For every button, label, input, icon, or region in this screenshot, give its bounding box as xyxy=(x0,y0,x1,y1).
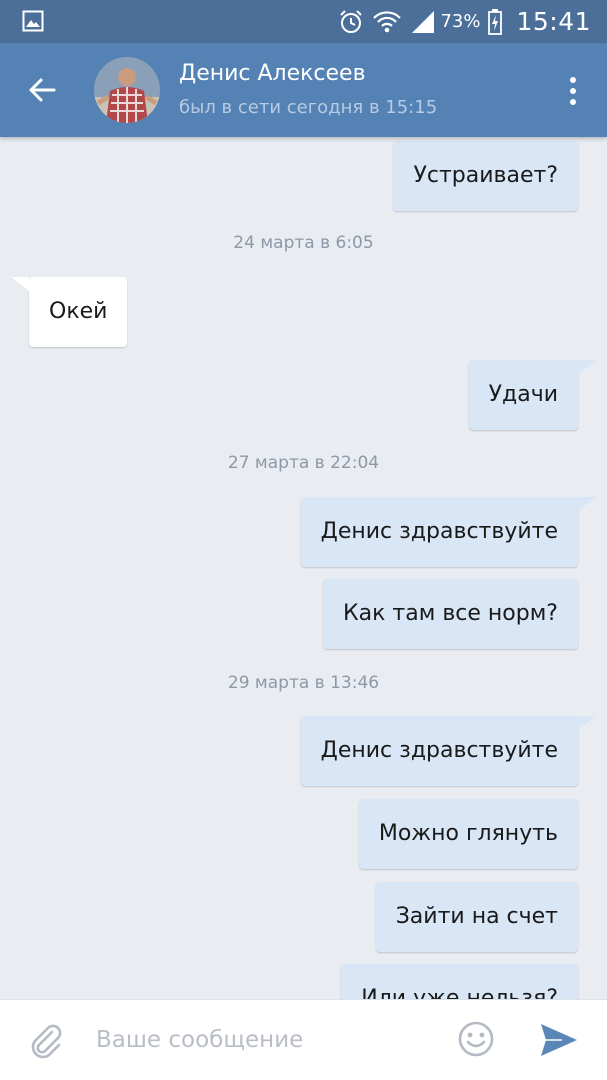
more-options-button[interactable] xyxy=(561,71,585,111)
status-bar: 73% 15:41 xyxy=(0,0,607,43)
more-vertical-icon xyxy=(570,77,576,83)
battery-percent: 73% xyxy=(440,11,481,32)
date-separator: 29 марта в 13:46 xyxy=(227,673,380,693)
back-arrow-icon xyxy=(29,78,56,102)
message-outgoing[interactable]: Можно глянуть xyxy=(358,799,578,869)
avatar-photo xyxy=(94,57,160,123)
date-separator: 27 марта в 22:04 xyxy=(227,453,380,473)
battery-icon xyxy=(488,8,503,35)
paperclip-icon[interactable] xyxy=(26,1020,66,1060)
message-outgoing[interactable]: Устраивает? xyxy=(393,141,578,211)
wifi-icon xyxy=(373,10,402,32)
alarm-icon xyxy=(340,9,363,33)
date-separator: 24 марта в 6:05 xyxy=(233,233,374,253)
avatar[interactable] xyxy=(94,57,160,123)
contact-name[interactable]: Денис Алексеев xyxy=(179,61,366,86)
message-list[interactable]: Устраивает? 24 марта в 6:05 Окей Удачи 2… xyxy=(0,137,607,999)
message-outgoing[interactable]: Денис здравствуйте xyxy=(300,497,597,567)
message-outgoing[interactable]: Зайти на счет xyxy=(375,882,578,952)
last-seen-status: был в сети сегодня в 15:15 xyxy=(179,97,438,118)
chat-toolbar: Денис Алексеев был в сети сегодня в 15:1… xyxy=(0,43,607,137)
message-outgoing[interactable]: Удачи xyxy=(468,360,597,430)
message-incoming[interactable]: Окей xyxy=(10,277,128,347)
message-outgoing[interactable]: Денис здравствуйте xyxy=(300,716,597,786)
emoji-icon[interactable] xyxy=(456,1019,496,1059)
message-outgoing[interactable]: Как там все норм? xyxy=(323,579,578,649)
message-composer xyxy=(0,999,607,1080)
status-clock: 15:41 xyxy=(516,7,591,36)
message-outgoing[interactable]: Или уже нельзя? xyxy=(341,964,578,999)
send-icon[interactable] xyxy=(538,1020,580,1060)
back-button[interactable] xyxy=(18,66,66,114)
message-input[interactable] xyxy=(96,1020,436,1060)
gallery-icon xyxy=(22,10,44,32)
signal-icon xyxy=(412,10,435,33)
